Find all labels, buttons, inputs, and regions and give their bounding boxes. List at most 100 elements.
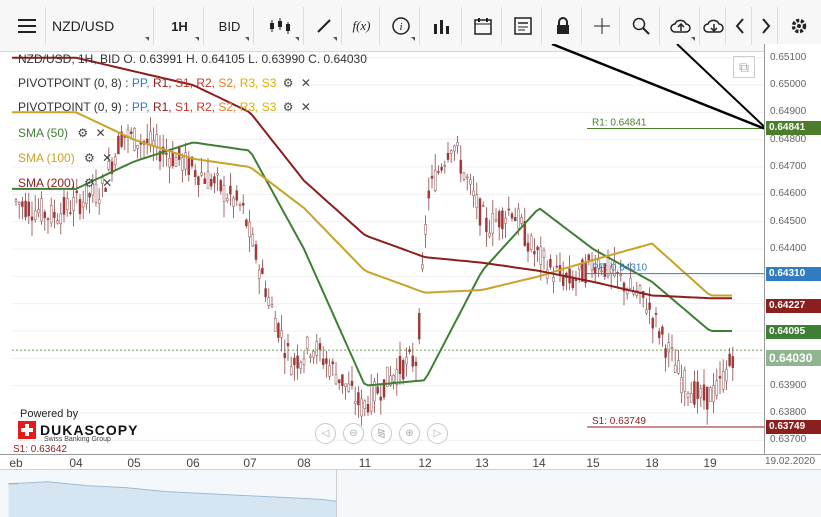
candle-body: [366, 403, 370, 413]
candle-body: [699, 388, 703, 398]
candle-body: [328, 365, 331, 377]
candlestick-chart-icon[interactable]: [256, 7, 304, 45]
pp-label: PP,: [131, 100, 153, 114]
candle-body: [715, 380, 719, 396]
candle-body: [341, 374, 344, 386]
candle-body: [331, 361, 335, 365]
s3-label: S3: [261, 76, 277, 90]
price-tick-label: 0.64400: [770, 243, 807, 254]
gear-icon[interactable]: ⚙: [84, 176, 95, 190]
candle-body: [117, 135, 120, 155]
gear-icon[interactable]: ⚙: [283, 100, 294, 114]
candle-body: [273, 317, 277, 332]
close-icon[interactable]: ✕: [102, 151, 112, 165]
gear-icon[interactable]: ⚙: [77, 126, 88, 140]
bar-chart-icon[interactable]: [422, 7, 462, 45]
hamburger-menu-icon[interactable]: [8, 7, 46, 45]
candle-body: [289, 366, 293, 376]
candle-body: [731, 356, 735, 368]
candle-body: [312, 351, 315, 358]
gear-icon[interactable]: ⚙: [84, 151, 95, 165]
pencil-icon[interactable]: [306, 7, 342, 45]
candle-body: [219, 180, 223, 192]
candle-body: [555, 265, 559, 268]
candle-body: [277, 323, 280, 338]
close-icon[interactable]: ✕: [102, 176, 112, 190]
download-icon[interactable]: [702, 7, 726, 45]
r2-label: R2,: [196, 100, 219, 114]
news-icon[interactable]: [504, 7, 542, 45]
candle-body: [293, 357, 296, 366]
zoom-out-icon[interactable]: ⊖: [343, 423, 364, 444]
calendar-icon[interactable]: [464, 7, 502, 45]
reset-zoom-icon[interactable]: ⧎: [371, 423, 392, 444]
upload-icon[interactable]: [662, 7, 700, 45]
zoom-icon[interactable]: [622, 7, 660, 45]
price-tick-label: 0.63700: [770, 434, 807, 446]
candle-body: [14, 199, 18, 202]
candle-body: [187, 156, 191, 175]
info-icon[interactable]: i: [382, 7, 420, 45]
time-tick-label: 08: [297, 456, 311, 470]
close-icon[interactable]: ✕: [301, 100, 311, 114]
candle-body: [693, 381, 696, 405]
candle-body: [251, 234, 255, 247]
price-tick-label: 0.63800: [770, 407, 807, 418]
candle-body: [427, 190, 431, 199]
price-tick-label: 0.64500: [770, 215, 807, 227]
pivot-legend-2: PIVOTPOINT (0, 9) : PP, R1, S1, R2, S2, …: [18, 100, 311, 114]
r3-label: R3,: [239, 76, 262, 90]
candle-body: [488, 232, 491, 237]
candle-body: [136, 144, 139, 149]
chevron-right-icon[interactable]: [754, 7, 778, 45]
symbol-select[interactable]: NZD/USD: [46, 7, 154, 45]
crosshair-icon[interactable]: [584, 7, 620, 45]
candle-body: [24, 200, 27, 218]
time-tick-label: 15: [586, 456, 600, 470]
candle-body: [667, 342, 671, 353]
price-tick-label: 0.64900: [770, 106, 807, 118]
candle-body: [296, 355, 299, 369]
powered-by-label: Powered by: [20, 408, 79, 420]
candle-body: [437, 171, 440, 173]
close-icon[interactable]: ✕: [95, 126, 105, 140]
scroll-left-icon[interactable]: ◁: [315, 423, 336, 444]
candle-body: [414, 361, 418, 366]
candle-body: [33, 210, 37, 220]
candle-body: [507, 208, 511, 211]
candle-body: [309, 355, 312, 358]
scroll-right-icon[interactable]: ▷: [427, 423, 448, 444]
candle-body: [453, 145, 456, 152]
close-icon[interactable]: ✕: [301, 76, 311, 90]
gear-icon[interactable]: ⚙: [283, 76, 294, 90]
function-icon[interactable]: f(x): [344, 7, 380, 45]
price-side-label: BID: [218, 18, 241, 34]
s3-label: S3: [261, 100, 277, 114]
price-axis[interactable]: 0.65100 0.65000 0.64900 0.64800 0.64700 0.646…: [764, 44, 821, 454]
candle-body: [267, 297, 271, 306]
lock-icon[interactable]: [544, 7, 582, 45]
price-side-select[interactable]: BID: [206, 7, 254, 45]
gear-icon[interactable]: [782, 7, 816, 45]
candle-body: [539, 246, 543, 266]
zoom-in-icon[interactable]: ⊕: [399, 423, 420, 444]
candle-body: [718, 376, 722, 379]
timeframe-select[interactable]: 1H: [156, 7, 204, 45]
candle-body: [43, 211, 47, 219]
candle-body: [469, 179, 472, 185]
candle-body: [149, 131, 152, 146]
r1-label: R1,: [152, 100, 175, 114]
navigator-scroller[interactable]: [0, 469, 821, 517]
candle-body: [165, 152, 168, 155]
candle-body: [481, 205, 485, 207]
candle-body: [705, 386, 709, 410]
time-axis[interactable]: eb 04 05 06 07 08 11 12 13 14 15 18 19 19.02.2020: [0, 454, 821, 470]
chevron-left-icon[interactable]: [728, 7, 752, 45]
expand-icon[interactable]: ⧉: [733, 56, 755, 78]
candle-body: [533, 251, 536, 255]
time-tick-label: 07: [243, 456, 257, 470]
candle-body: [75, 190, 79, 194]
candle-body: [357, 392, 360, 406]
candle-body: [529, 235, 533, 250]
candle-body: [392, 375, 395, 382]
